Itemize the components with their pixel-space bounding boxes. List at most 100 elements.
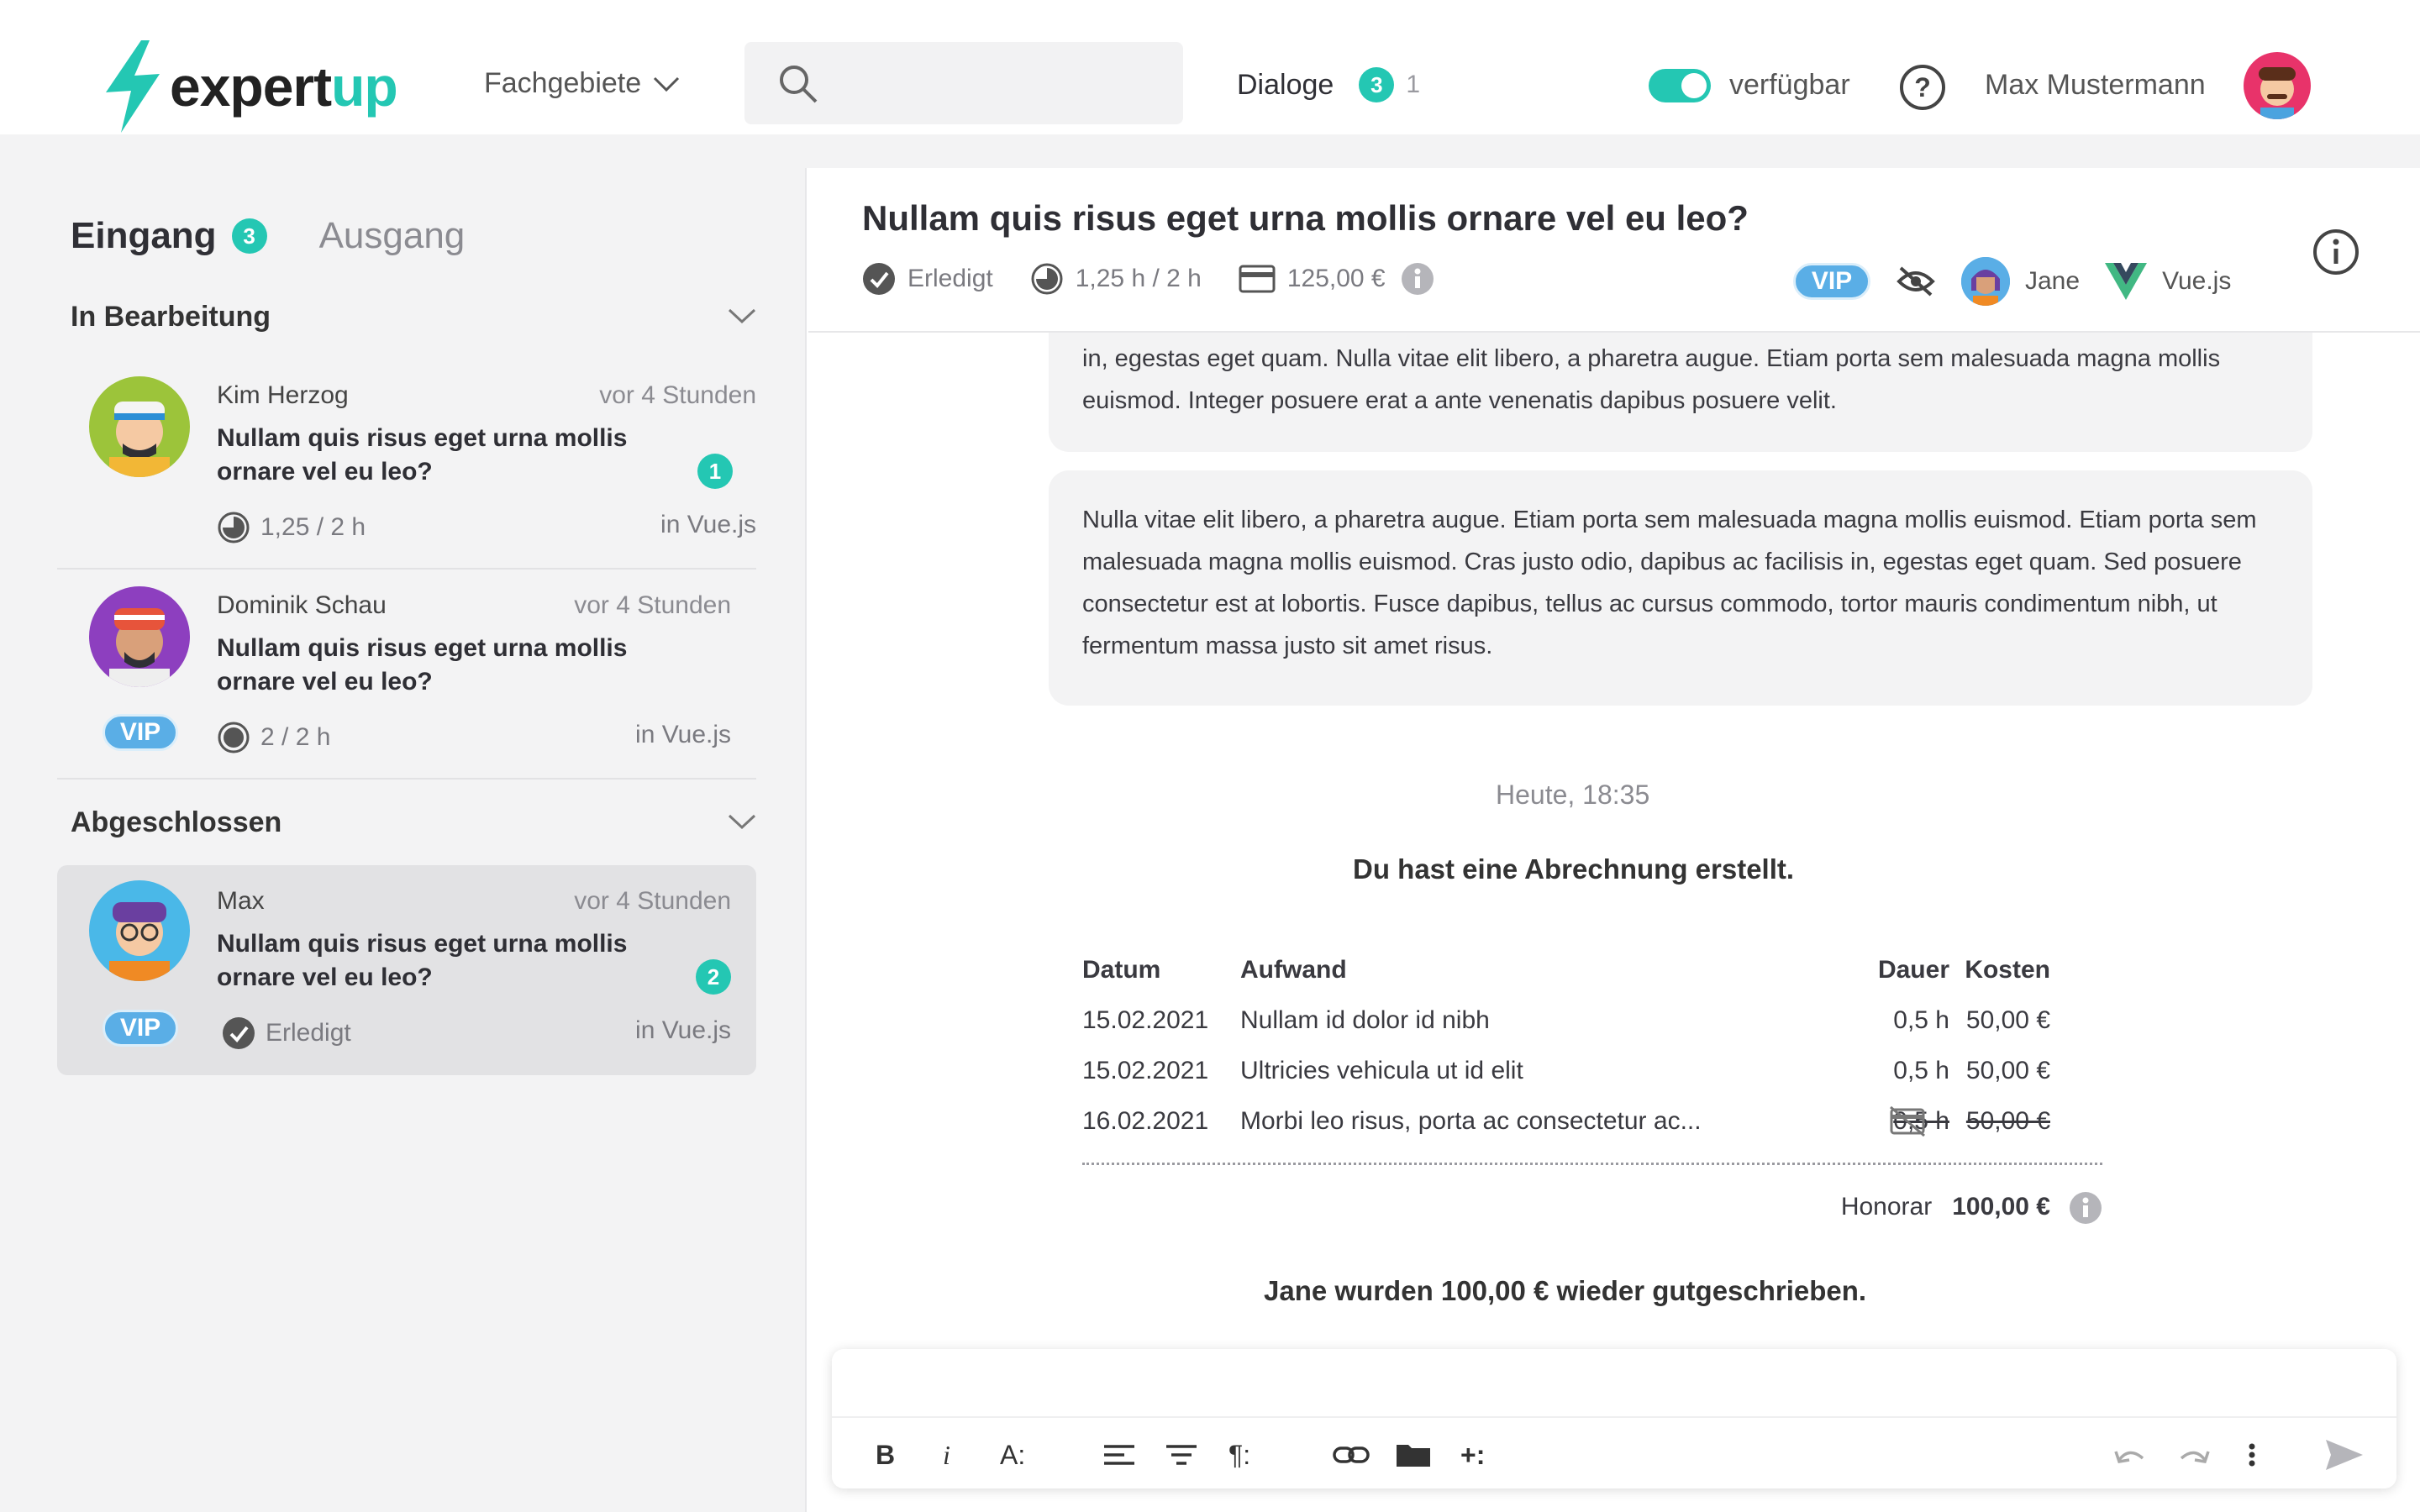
conversation-attributes: VIP Jane Vue.js [1793, 257, 2256, 306]
conversation-name: Kim Herzog [217, 381, 349, 409]
conversation-status: Erledigt [222, 1016, 351, 1050]
progress-text: 2 / 2 h [260, 723, 331, 751]
chevron-down-icon [654, 76, 680, 92]
avatar [89, 586, 190, 687]
cell-desc: Nullam id dolor id nibh [1240, 1006, 1490, 1034]
conversation-item[interactable]: Dominik Schau vor 4 Stunden Nullam quis … [57, 570, 756, 780]
invoice-created-text: Du hast eine Abrechnung erstellt. [1353, 853, 1795, 885]
dialoge-label: Dialoge [1237, 68, 1334, 101]
italic-button[interactable]: i [943, 1436, 950, 1473]
message-bubble: Nulla vitae elit libero, a pharetra augu… [1049, 470, 2312, 706]
help-icon[interactable]: ? [1899, 64, 1946, 111]
message-composer[interactable]: B i A: ¶: +: [832, 1349, 2396, 1488]
conversation-title: Nullam quis risus eget urna mollis ornar… [862, 198, 1749, 238]
cell-cost: 50,00 € [1965, 1057, 2050, 1084]
lightning-icon [106, 40, 160, 133]
chevron-down-icon [728, 308, 756, 324]
avatar [89, 880, 190, 981]
cell-cost: 50,00 € [1965, 1006, 2050, 1034]
user-avatar[interactable] [2244, 52, 2311, 119]
col-cost-header: Kosten [1965, 956, 2050, 984]
conversation-question: Nullam quis risus eget urna mollis ornar… [217, 930, 628, 991]
user-name[interactable]: Max Mustermann [1985, 69, 2206, 102]
link-icon[interactable] [1333, 1436, 1370, 1473]
tab-outbox[interactable]: Ausgang [319, 215, 466, 257]
cell-cost: 50,00 € [1965, 1107, 2050, 1135]
insert-button[interactable]: +: [1460, 1436, 1485, 1473]
expert-name[interactable]: Jane [2025, 267, 2080, 296]
font-size-button[interactable]: A: [1000, 1436, 1025, 1473]
cell-duration: 0,5 h [1893, 1057, 1949, 1084]
folder-icon[interactable] [1395, 1436, 1432, 1473]
logo[interactable]: expertup [101, 40, 398, 133]
cell-duration: 0,5 h [1893, 1006, 1949, 1034]
info-icon[interactable] [2069, 1191, 2102, 1225]
time-progress-icon [1031, 263, 1063, 295]
avatar [89, 376, 190, 477]
redo-icon[interactable] [2176, 1436, 2212, 1473]
top-header: expertup Fachgebiete Dialoge 3 1 verfügb… [0, 0, 2420, 168]
col-desc-header: Aufwand [1240, 956, 1347, 984]
undo-icon[interactable] [2112, 1436, 2148, 1473]
conversation-name: Max [217, 887, 265, 915]
cell-date: 15.02.2021 [1082, 1006, 1209, 1034]
fee-total: Honorar 100,00 € [1841, 1193, 2050, 1221]
more-options-icon[interactable] [2244, 1436, 2260, 1473]
info-icon[interactable] [1401, 262, 1434, 296]
header-band [0, 134, 2420, 168]
table-header: Datum Aufwand Dauer Kosten [1082, 956, 2102, 990]
fee-label: Honorar [1840, 1193, 1933, 1221]
dialoge-badge: 3 [1359, 67, 1395, 102]
conversation-header: Nullam quis risus eget urna mollis ornar… [808, 168, 2420, 333]
table-row: 16.02.2021 Morbi leo risus, porta ac con… [1082, 1105, 2102, 1141]
search-icon [780, 66, 818, 103]
align-center-icon[interactable] [1165, 1436, 1198, 1473]
credit-card-icon [1239, 265, 1276, 293]
paragraph-button[interactable]: ¶: [1228, 1436, 1250, 1473]
conversation-time: vor 4 Stunden [599, 381, 756, 409]
logo-text: expertup [170, 55, 398, 118]
section-in-progress[interactable]: In Bearbeitung [71, 301, 756, 333]
conversation-question: Nullam quis risus eget urna mollis ornar… [217, 634, 628, 696]
svg-text:?: ? [1914, 72, 1931, 102]
vuejs-logo-icon [2105, 263, 2148, 300]
align-left-icon[interactable] [1102, 1436, 1136, 1473]
col-duration-header: Dauer [1877, 956, 1949, 984]
conversation-category: in Vue.js [660, 511, 756, 538]
dialoge-link[interactable]: Dialoge 3 1 [1237, 67, 1420, 102]
message-timestamp: Heute, 18:35 [1496, 780, 1650, 810]
message-bubble: in, egestas eget quam. Nulla vitae elit … [1049, 333, 2312, 452]
sidebar: Eingang 3 Ausgang In Bearbeitung Kim Her… [0, 168, 807, 1512]
availability-toggle[interactable] [1649, 69, 1711, 102]
nav-fachgebiete[interactable]: Fachgebiete [484, 67, 680, 100]
conversation-question: Nullam quis risus eget urna mollis ornar… [217, 424, 628, 486]
conversation-time: vor 4 Stunden [574, 591, 731, 619]
time-progress-icon [218, 512, 250, 543]
send-icon[interactable] [2324, 1436, 2365, 1473]
progress-text: 1,25 / 2 h [260, 513, 366, 541]
tab-inbox[interactable]: Eingang [71, 215, 217, 257]
info-icon[interactable] [2312, 228, 2360, 276]
conversation-progress: 2 / 2 h [217, 721, 330, 754]
composer-divider [832, 1416, 2396, 1418]
conversation-category: in Vue.js [635, 721, 731, 748]
time-full-icon [218, 722, 250, 753]
no-billing-icon [1890, 1105, 1925, 1137]
bold-button[interactable]: B [876, 1436, 895, 1473]
conversation-progress: 1,25 / 2 h [217, 511, 366, 544]
section-in-progress-label: In Bearbeitung [71, 301, 271, 333]
time-progress-text: 1,25 h / 2 h [1075, 265, 1202, 292]
conversation-item[interactable]: Kim Herzog vor 4 Stunden Nullam quis ris… [57, 360, 756, 570]
unread-badge: 1 [697, 454, 733, 489]
topic-name[interactable]: Vue.js [2162, 267, 2231, 296]
eye-off-icon[interactable] [1896, 265, 1936, 298]
section-closed[interactable]: Abgeschlossen [71, 806, 756, 839]
search-input[interactable] [744, 42, 1183, 124]
divider [1082, 1163, 2102, 1165]
vip-badge: VIP [1793, 263, 1870, 300]
unread-badge: 2 [696, 959, 731, 995]
amount-item: 125,00 € [1239, 265, 1386, 293]
status-text: Erledigt [908, 265, 993, 292]
cell-desc: Ultricies vehicula ut id elit [1240, 1057, 1523, 1084]
conversation-item-selected[interactable]: Max vor 4 Stunden Nullam quis risus eget… [57, 865, 756, 1075]
